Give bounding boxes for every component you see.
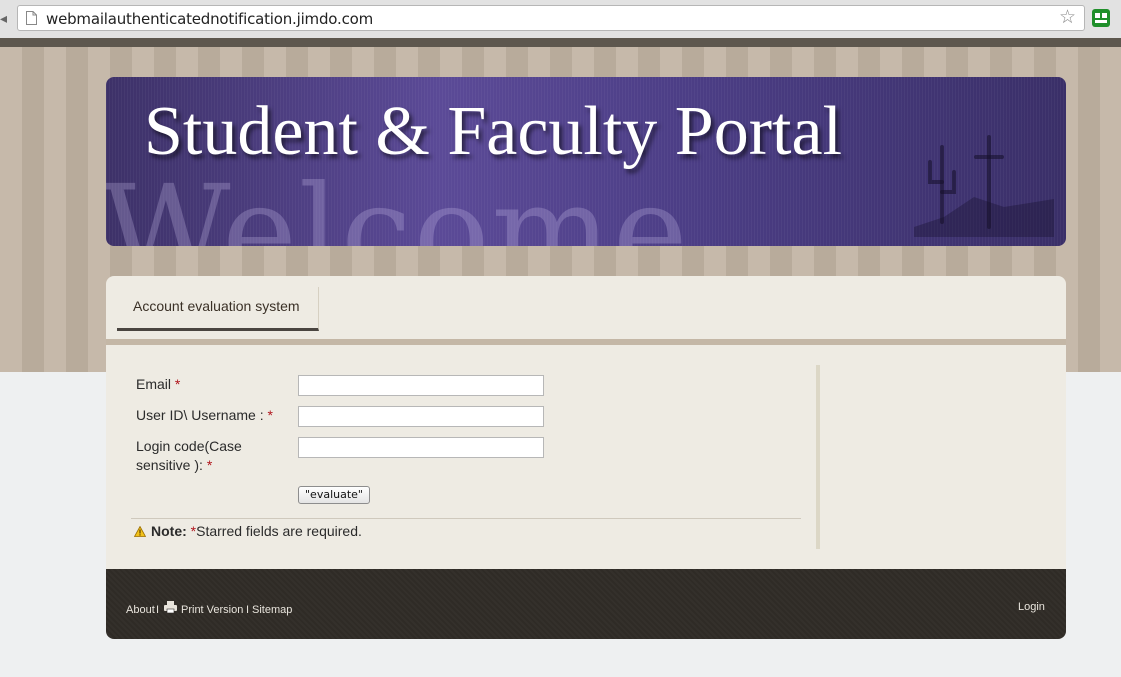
footer-separator: I — [246, 604, 250, 616]
footer: About I Print Version I Sitemap Login — [106, 569, 1066, 639]
required-marker: * — [267, 407, 273, 423]
sidebar-divider — [816, 365, 820, 549]
url-text: webmailauthenticatednotification.jimdo.c… — [46, 10, 374, 28]
address-bar[interactable]: webmailauthenticatednotification.jimdo.c… — [17, 5, 1085, 31]
browser-toolbar: ◂ webmailauthenticatednotification.jimdo… — [0, 0, 1121, 41]
banner-title: Student & Faculty Portal — [144, 93, 843, 170]
main-content: Email * User ID\ Username : * Login code… — [106, 345, 1066, 569]
login-code-field[interactable] — [298, 437, 544, 458]
banner-background-word: Welcome — [106, 158, 690, 247]
back-arrow-icon[interactable]: ◂ — [0, 10, 8, 26]
tab-account-evaluation[interactable]: Account evaluation system — [117, 287, 319, 331]
about-link[interactable]: About — [126, 604, 155, 616]
login-code-label: Login code(Case sensitive ): * — [136, 438, 242, 473]
sitemap-link[interactable]: Sitemap — [252, 604, 292, 616]
print-version-link[interactable]: Print Version — [181, 604, 243, 616]
footer-separator: I — [156, 604, 160, 616]
toolbar-divider — [0, 38, 1121, 47]
printer-icon — [164, 601, 177, 614]
username-field[interactable] — [298, 406, 544, 427]
login-link[interactable]: Login — [1018, 601, 1045, 613]
extension-icon[interactable] — [1091, 8, 1111, 28]
required-marker: * — [174, 376, 181, 392]
bookmark-star-icon[interactable]: ☆ — [1059, 8, 1076, 28]
form-divider — [131, 518, 801, 519]
page-icon — [26, 11, 37, 25]
required-marker: * — [206, 457, 213, 473]
tab-label: Account evaluation system — [133, 298, 300, 314]
evaluate-button[interactable]: "evaluate" — [298, 486, 370, 504]
navigation-bar: Account evaluation system — [106, 276, 1066, 339]
cactus-illustration — [914, 135, 1054, 237]
username-label: User ID\ Username : * — [136, 407, 273, 423]
header-banner: Welcome Student & Faculty Portal — [106, 77, 1066, 246]
warning-icon — [134, 526, 146, 537]
email-field[interactable] — [298, 375, 544, 396]
email-label: Email * — [136, 376, 181, 392]
required-note: Note: *Starred fields are required. — [151, 523, 362, 539]
